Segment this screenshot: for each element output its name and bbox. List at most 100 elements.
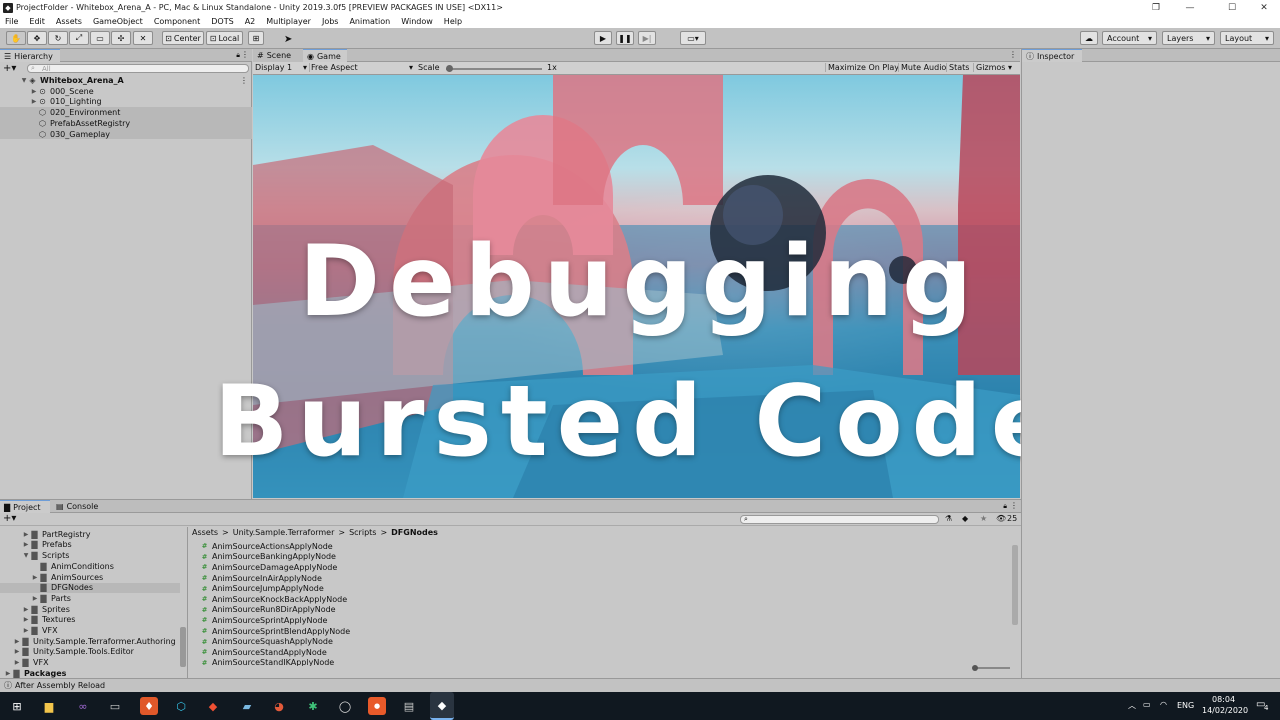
pivot-local-button[interactable]: ⊡ Local	[206, 31, 243, 45]
folder-tree-item[interactable]: ▶ ▇ PartRegistry	[0, 529, 180, 540]
expand-arrow-icon[interactable]: ▶	[22, 616, 30, 623]
expand-arrow-icon[interactable]: ▶	[30, 98, 38, 105]
file-list-item[interactable]: # AnimSourceKnockBackApplyNode	[200, 594, 600, 605]
project-search-input[interactable]: ⌕	[740, 515, 939, 524]
menu-item-jobs[interactable]: Jobs	[322, 17, 339, 26]
folder-tree-item[interactable]: ▶ ▇ Sprites	[0, 604, 180, 615]
create-button[interactable]: +▾	[3, 513, 16, 524]
panel-menu-icon[interactable]: ⋮	[241, 50, 249, 59]
chevron-down-icon[interactable]: ▾	[1008, 63, 1012, 72]
file-list-item[interactable]: # AnimSourceStandApplyNode	[200, 647, 600, 658]
file-list-item[interactable]: # AnimSourceSprintApplyNode	[200, 615, 600, 626]
move-tool-button[interactable]: ✥	[27, 31, 47, 45]
pivot-center-button[interactable]: ⊡ Center	[162, 31, 204, 45]
zoom-slider[interactable]	[975, 667, 1010, 669]
step-button[interactable]: ▶|	[638, 31, 656, 45]
menu-item-dots[interactable]: DOTS	[211, 17, 233, 26]
hierarchy-item[interactable]: ⬡ 020_Environment	[0, 107, 252, 118]
maximize-on-play-toggle[interactable]: Maximize On Play	[825, 63, 901, 72]
cloud-icon[interactable]: ☁	[1080, 31, 1098, 45]
unity-editor-taskbar-icon[interactable]: ◆	[430, 692, 454, 720]
minimize-button[interactable]: —	[1176, 0, 1204, 15]
folder-tree-item[interactable]: ▇ DFGNodes	[0, 582, 180, 593]
hierarchy-item[interactable]: ▶ ⊙ 000_Scene	[0, 86, 252, 97]
expand-arrow-icon[interactable]: ▶	[22, 541, 30, 548]
account-dropdown[interactable]: Account ▾	[1102, 31, 1157, 45]
rect-tool-button[interactable]: ▭	[90, 31, 110, 45]
close-button[interactable]: ✕	[1250, 0, 1278, 15]
expand-arrow-icon[interactable]: ▼	[20, 77, 28, 84]
maximize-button[interactable]: ☐	[1218, 0, 1246, 15]
breadcrumb-item[interactable]: DFGNodes	[391, 528, 438, 537]
folder-tree-item[interactable]: ▶ ▇ Parts	[0, 593, 180, 604]
expand-arrow-icon[interactable]: ▶	[13, 648, 21, 655]
rotate-tool-button[interactable]: ↻	[48, 31, 68, 45]
tab-hierarchy[interactable]: ☰ Hierarchy	[0, 49, 60, 62]
folder-tree-item[interactable]: ▼ ▇ Scripts	[0, 550, 180, 561]
file-list-item[interactable]: # AnimSourceSprintBlendApplyNode	[200, 626, 600, 637]
terminal-icon[interactable]: ▭	[106, 697, 124, 715]
folder-tree-item[interactable]: ▶ ▇ AnimSources	[0, 572, 180, 583]
menu-item-animation[interactable]: Animation	[349, 17, 390, 26]
expand-arrow-icon[interactable]: ▶	[13, 659, 21, 666]
layers-dropdown[interactable]: Layers ▾	[1162, 31, 1215, 45]
git-icon[interactable]: ◆	[204, 697, 222, 715]
clock-time[interactable]: 08:04	[1212, 695, 1235, 704]
panel-menu-icon[interactable]: ⋮	[1010, 501, 1018, 510]
brave-icon[interactable]: ♦	[140, 697, 158, 715]
aspect-dropdown[interactable]: Free Aspect ▾	[309, 63, 413, 72]
unity-hub-icon[interactable]: ◯	[336, 697, 354, 715]
visual-studio-icon[interactable]: ∞	[74, 697, 92, 715]
lock-icon[interactable]: 🔒︎	[1003, 502, 1007, 511]
folder-tree-item[interactable]: ▶ ▇ Unity.Sample.Terraformer.Authoring	[0, 636, 180, 647]
file-explorer-icon[interactable]: ▆	[40, 697, 58, 715]
file-list-item[interactable]: # AnimSourceSquashApplyNode	[200, 636, 600, 647]
expand-arrow-icon[interactable]: ▶	[31, 574, 39, 581]
menu-item-gameobject[interactable]: GameObject	[93, 17, 143, 26]
create-button[interactable]: +▾	[3, 63, 16, 74]
menu-item-a2[interactable]: A2	[245, 17, 256, 26]
scale-slider-handle[interactable]	[446, 65, 453, 72]
breadcrumb-item[interactable]: Assets	[192, 528, 218, 537]
app-icon[interactable]: ●	[368, 697, 386, 715]
expand-arrow-icon[interactable]: ▶	[22, 531, 30, 538]
folder-tree-item[interactable]: ▶ ▇ VFX	[0, 657, 180, 668]
file-list-item[interactable]: # AnimSourceBankingApplyNode	[200, 552, 600, 563]
zoom-slider-handle[interactable]	[972, 665, 978, 671]
folder-tree-item[interactable]: ▶ ▇ Prefabs	[0, 540, 180, 551]
menu-item-multiplayer[interactable]: Multiplayer	[266, 17, 311, 26]
lock-icon[interactable]: 🔒︎	[236, 51, 240, 60]
expand-arrow-icon[interactable]: ▶	[22, 606, 30, 613]
scale-slider-track[interactable]	[446, 68, 542, 70]
hand-tool-button[interactable]: ✋	[6, 31, 26, 45]
pause-button[interactable]: ❚❚	[616, 31, 634, 45]
window-icon[interactable]: ▤	[400, 697, 418, 715]
tab-inspector[interactable]: ⓘ Inspector	[1022, 49, 1082, 62]
file-list-item[interactable]: # AnimSourceDamageApplyNode	[200, 562, 600, 573]
expand-arrow-icon[interactable]: ▼	[22, 552, 30, 559]
network-icon[interactable]: ▭	[1143, 700, 1151, 709]
expand-arrow-icon[interactable]: ▶	[4, 670, 12, 677]
breadcrumb-item[interactable]: Unity.Sample.Terraformer	[233, 528, 335, 537]
tree-scrollbar[interactable]	[180, 627, 186, 667]
folder-tree-item[interactable]: ▶ ▇ VFX	[0, 625, 180, 636]
expand-arrow-icon[interactable]: ▶	[30, 88, 38, 95]
menu-item-edit[interactable]: Edit	[29, 17, 45, 26]
file-list-item[interactable]: # AnimSourceActionsApplyNode	[200, 541, 600, 552]
expand-arrow-icon[interactable]: ▶	[22, 627, 30, 634]
gizmos-toggle[interactable]: Gizmos	[973, 63, 1007, 72]
menu-item-component[interactable]: Component	[154, 17, 200, 26]
language-indicator[interactable]: ENG	[1177, 701, 1194, 710]
scene-row[interactable]: ▼ ◈ Whitebox_Arena_A ⋮	[0, 75, 252, 86]
notes-icon[interactable]: ▰	[238, 697, 256, 715]
snap-button[interactable]: ⊞	[248, 31, 264, 45]
filter-type-icon[interactable]: ⚗	[945, 514, 952, 523]
expand-arrow-icon[interactable]: ▶	[13, 638, 21, 645]
tab-game[interactable]: ◉ Game	[303, 49, 347, 62]
layout-dropdown[interactable]: Layout ▾	[1220, 31, 1274, 45]
expand-arrow-icon[interactable]: ▶	[31, 595, 39, 602]
folder-tree-item[interactable]: ▇ AnimConditions	[0, 561, 180, 572]
panel-menu-icon[interactable]: ⋮	[1009, 50, 1017, 59]
scene-menu-icon[interactable]: ⋮	[240, 76, 248, 85]
mute-audio-toggle[interactable]: Mute Audio	[898, 63, 948, 72]
